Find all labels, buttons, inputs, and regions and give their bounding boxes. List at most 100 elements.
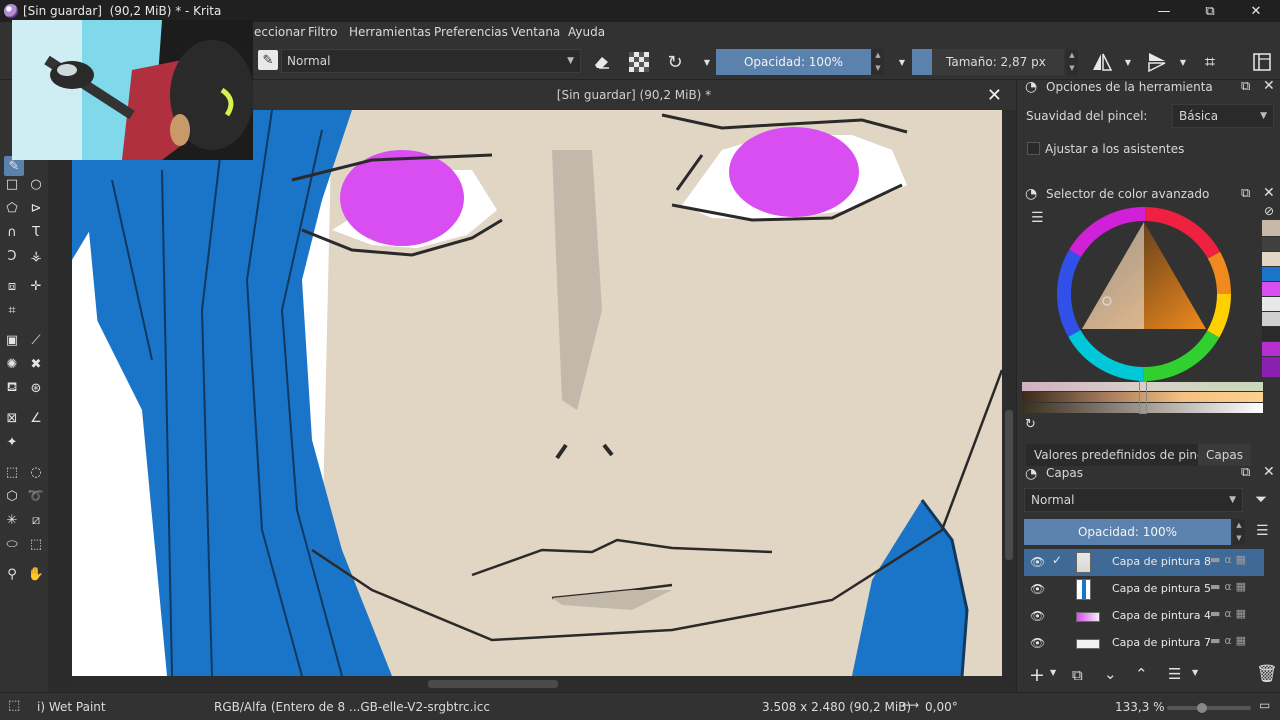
document-tab[interactable]: [Sin guardar] (90,2 MiB) * ✕ — [252, 80, 1016, 110]
freehand-path-icon[interactable]: Ꚍ — [26, 222, 46, 242]
color-swatch[interactable] — [1262, 297, 1280, 311]
drawing-canvas[interactable] — [72, 110, 1002, 676]
eye-icon[interactable]: 👁 — [1030, 609, 1045, 623]
chevron-down-icon[interactable]: ▼ — [1192, 668, 1198, 677]
rectangle-icon[interactable]: □ — [2, 174, 22, 194]
selection-icon[interactable]: ⬚ — [8, 698, 20, 713]
brush-preset-icon[interactable]: ✎ — [258, 50, 278, 70]
close-panel-icon[interactable]: ✕ — [1263, 78, 1275, 94]
wrap-around-icon[interactable]: ⌗ — [1200, 52, 1220, 73]
zoom-icon[interactable]: ⚲ — [2, 564, 22, 584]
add-layer-icon[interactable]: + — [1029, 664, 1045, 686]
float-panel-icon[interactable]: ⧉ — [1241, 186, 1250, 201]
check-icon[interactable]: ✓ — [1052, 553, 1062, 567]
freehand-select-icon[interactable]: ➰ — [26, 486, 46, 506]
bezier-curve-icon[interactable]: ∩ — [2, 222, 22, 242]
color-wheel[interactable] — [1054, 204, 1234, 384]
tab-brush-presets[interactable]: Valores predefinidos de pincel — [1026, 444, 1223, 466]
clear-colors-icon[interactable]: ⊘ — [1264, 204, 1274, 218]
layer-row[interactable]: 👁 Capa de pintura 7 ▬α▦ — [1024, 630, 1264, 657]
color-swatch[interactable] — [1262, 327, 1280, 341]
color-swatch[interactable] — [1262, 220, 1280, 236]
ellipse-select-icon[interactable]: ◌ — [26, 462, 46, 482]
minimize-button[interactable]: — — [1141, 0, 1187, 22]
layer-row[interactable]: 👁 Capa de pintura 4 ▬α▦ — [1024, 603, 1264, 630]
magic-wand-icon[interactable]: ✳ — [2, 510, 22, 530]
eye-icon[interactable]: 👁 — [1030, 555, 1045, 569]
dynamic-brush-icon[interactable]: Ɔ — [2, 246, 22, 266]
vertical-scrollbar[interactable] — [1002, 110, 1016, 676]
duplicate-layer-icon[interactable]: ⧉ — [1072, 666, 1083, 684]
layer-flags-icon[interactable]: ▬α▦ — [1210, 607, 1250, 620]
rect-select-icon[interactable]: ⬚ — [2, 462, 22, 482]
crop-icon[interactable]: ⌗ — [2, 300, 22, 320]
tab-layers[interactable]: Capas — [1198, 444, 1251, 466]
chevron-down-icon[interactable]: ▼ — [1118, 52, 1138, 72]
float-panel-icon[interactable]: ⧉ — [1241, 79, 1250, 94]
color-swatch[interactable] — [1262, 357, 1280, 377]
snap-assistants-checkbox[interactable] — [1027, 142, 1040, 155]
eye-icon[interactable]: 👁 — [1030, 582, 1045, 596]
menu-tools[interactable]: Herramientas — [349, 25, 431, 39]
zoom-slider[interactable] — [1167, 703, 1251, 713]
reload-preset-icon[interactable]: ↻ — [665, 52, 685, 73]
layer-blend-mode-select[interactable]: Normal ▼ — [1024, 488, 1243, 512]
float-panel-icon[interactable]: ⧉ — [1241, 465, 1250, 480]
filter-icon[interactable]: ⏷ — [1255, 490, 1267, 508]
ellipse-icon[interactable]: ○ — [26, 174, 46, 194]
panel-handle-icon[interactable]: ◔ — [1025, 186, 1037, 202]
multibrush-icon[interactable]: ⚶ — [26, 246, 46, 266]
size-slider[interactable]: Tamaño: 2,87 px — [912, 49, 1064, 75]
close-panel-icon[interactable]: ✕ — [1263, 464, 1275, 480]
size-spin[interactable]: ▲ ▼ — [1066, 49, 1078, 75]
scroll-thumb[interactable] — [1005, 410, 1013, 560]
horizontal-scrollbar[interactable] — [72, 676, 1002, 692]
opacity-slider[interactable]: Opacidad: 100% — [716, 49, 871, 75]
mirror-vertical-icon[interactable] — [1147, 52, 1167, 72]
menu-select[interactable]: eccionar — [254, 25, 305, 39]
magnetic-select-icon[interactable]: ⬚ — [26, 534, 46, 554]
chevron-down-icon[interactable]: ▼ — [1173, 52, 1193, 72]
menu-settings[interactable]: Preferencias — [434, 25, 508, 39]
zoom-slider-handle[interactable] — [1197, 703, 1207, 713]
chevron-down-icon[interactable]: ▼ — [892, 52, 912, 72]
panel-layout-icon[interactable] — [1252, 52, 1272, 72]
layer-menu-icon[interactable]: ☰ — [1256, 523, 1269, 539]
similar-select-icon[interactable]: ⧄ — [26, 510, 46, 530]
shade-slider-handle[interactable] — [1139, 381, 1147, 414]
layer-flags-icon[interactable]: ▬α▦ — [1210, 553, 1250, 566]
color-selector-settings-icon[interactable]: ☰ — [1031, 210, 1044, 226]
chevron-down-icon[interactable]: ▼ — [1050, 668, 1056, 677]
colorize-mask-icon[interactable]: ✺ — [2, 354, 22, 374]
smoothing-select[interactable]: Básica ▼ — [1172, 104, 1274, 128]
chevron-down-icon[interactable]: ▼ — [697, 52, 717, 72]
color-swatch[interactable] — [1262, 282, 1280, 296]
fullscreen-icon[interactable]: ▭ — [1259, 698, 1270, 712]
measure-icon[interactable]: ∠ — [26, 408, 46, 428]
polygon-icon[interactable]: ⬠ — [2, 198, 22, 218]
layer-properties-icon[interactable]: ☰ — [1168, 665, 1181, 683]
layer-opacity-spin[interactable]: ▲ ▼ — [1233, 519, 1245, 545]
eye-icon[interactable]: 👁 — [1030, 636, 1045, 650]
eraser-icon[interactable] — [592, 52, 612, 72]
panel-handle-icon[interactable]: ◔ — [1025, 466, 1037, 482]
preserve-alpha-icon[interactable] — [629, 52, 649, 72]
color-space[interactable]: RGB/Alfa (Entero de 8 ...GB-elle-V2-srgb… — [214, 700, 490, 714]
enclose-fill-icon[interactable]: ⊛ — [26, 378, 46, 398]
smart-patch-icon[interactable]: ✖ — [26, 354, 46, 374]
layer-row[interactable]: 👁 ✓ Capa de pintura 8 ▬α▦ — [1024, 549, 1264, 576]
reference-image-icon[interactable]: ✦ — [2, 432, 22, 452]
mirror-horizontal-icon[interactable] — [1092, 52, 1112, 72]
menu-filter[interactable]: Filtro — [308, 25, 337, 39]
panel-handle-icon[interactable]: ◔ — [1025, 79, 1037, 95]
color-swatch[interactable] — [1262, 342, 1280, 356]
fill-icon[interactable]: ⛾ — [2, 378, 22, 398]
polygon-select-icon[interactable]: ⬡ — [2, 486, 22, 506]
color-swatch[interactable] — [1262, 237, 1280, 251]
opacity-spin[interactable]: ▲ ▼ — [872, 49, 884, 75]
close-panel-icon[interactable]: ✕ — [1263, 185, 1275, 201]
blend-mode-select[interactable]: Normal ▼ — [281, 49, 581, 73]
transform-icon[interactable]: ⧈ — [2, 276, 22, 296]
scroll-thumb[interactable] — [428, 680, 558, 688]
polyline-icon[interactable]: ⊳ — [26, 198, 46, 218]
